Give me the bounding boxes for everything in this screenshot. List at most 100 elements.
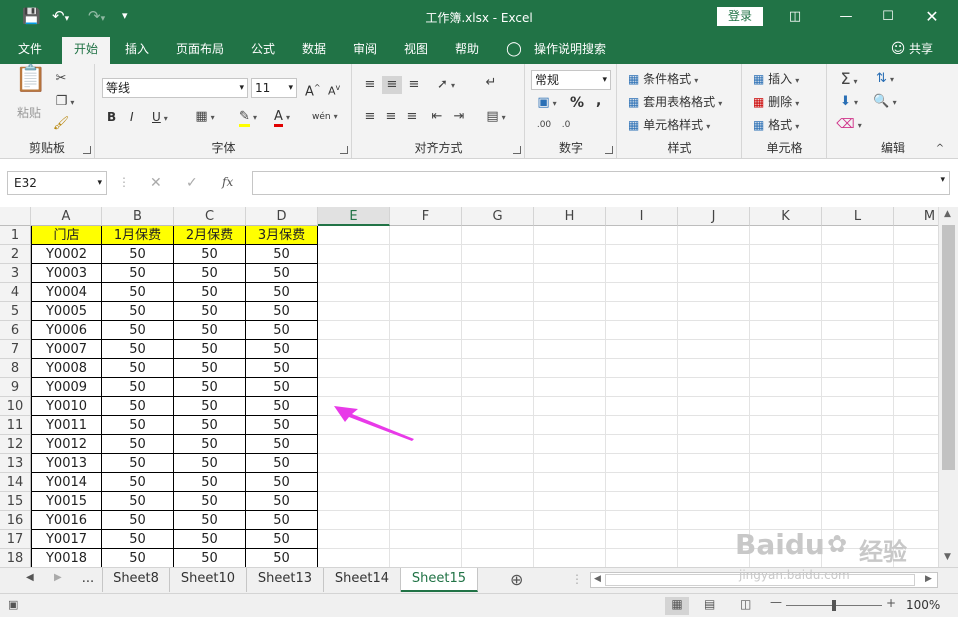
table-cell[interactable]: 50 — [102, 511, 174, 530]
table-cell[interactable]: Y0016 — [31, 511, 102, 530]
table-cell[interactable] — [750, 283, 822, 302]
table-cell[interactable]: 50 — [102, 473, 174, 492]
column-header-d[interactable]: D — [246, 207, 318, 226]
column-header-i[interactable]: I — [606, 207, 678, 226]
table-cell[interactable] — [534, 549, 606, 567]
table-cell[interactable] — [822, 492, 894, 511]
table-header-cell[interactable] — [534, 226, 606, 245]
more-sheets-button[interactable]: ... — [74, 568, 102, 592]
table-cell[interactable] — [750, 530, 822, 549]
row-header[interactable]: 9 — [0, 378, 31, 397]
column-header-g[interactable]: G — [462, 207, 534, 226]
table-cell[interactable]: Y0012 — [31, 435, 102, 454]
column-header-b[interactable]: B — [102, 207, 174, 226]
table-header-cell[interactable]: 1月保费 — [102, 226, 174, 245]
table-cell[interactable]: 50 — [102, 435, 174, 454]
table-cell[interactable] — [894, 549, 938, 567]
scroll-up-icon[interactable]: ▲ — [944, 209, 951, 219]
table-cell[interactable]: 50 — [102, 454, 174, 473]
table-cell[interactable]: 50 — [246, 530, 318, 549]
enter-icon[interactable]: ✓ — [186, 175, 198, 191]
table-cell[interactable]: Y0015 — [31, 492, 102, 511]
accounting-format-icon[interactable]: ▣ ▾ — [533, 94, 561, 113]
align-bottom-icon[interactable]: ≡ — [405, 76, 423, 94]
table-cell[interactable] — [534, 264, 606, 283]
row-header[interactable]: 3 — [0, 264, 31, 283]
table-cell[interactable] — [318, 359, 390, 378]
delete-cells-button[interactable]: ▦ 删除 ▾ — [753, 93, 799, 113]
table-cell[interactable] — [534, 283, 606, 302]
table-cell[interactable] — [462, 549, 534, 567]
ribbon-display-icon[interactable]: ◫ — [785, 7, 805, 27]
table-cell[interactable]: 50 — [174, 473, 246, 492]
table-cell[interactable] — [750, 359, 822, 378]
row-header[interactable]: 12 — [0, 435, 31, 454]
table-cell[interactable] — [678, 473, 750, 492]
table-cell[interactable]: 50 — [174, 435, 246, 454]
table-cell[interactable] — [390, 245, 462, 264]
table-cell[interactable] — [822, 359, 894, 378]
horizontal-scrollbar[interactable]: ◀ ▶ — [590, 572, 938, 588]
table-cell[interactable] — [822, 454, 894, 473]
column-header-k[interactable]: K — [750, 207, 822, 226]
table-cell[interactable]: Y0014 — [31, 473, 102, 492]
row-header[interactable]: 10 — [0, 397, 31, 416]
macro-record-icon[interactable]: ▣ — [8, 598, 18, 611]
table-cell[interactable]: 50 — [246, 264, 318, 283]
table-cell[interactable] — [750, 378, 822, 397]
table-cell[interactable] — [534, 435, 606, 454]
table-cell[interactable] — [462, 492, 534, 511]
percent-button[interactable]: % — [570, 94, 584, 112]
table-cell[interactable] — [462, 378, 534, 397]
zoom-in-icon[interactable]: + — [886, 596, 896, 610]
table-cell[interactable] — [822, 511, 894, 530]
table-cell[interactable] — [606, 435, 678, 454]
table-cell[interactable]: 50 — [246, 397, 318, 416]
table-cell[interactable] — [606, 416, 678, 435]
h-scroll-thumb[interactable] — [605, 574, 915, 586]
table-cell[interactable] — [606, 359, 678, 378]
column-header-a[interactable]: A — [31, 207, 102, 226]
number-launcher[interactable] — [605, 146, 613, 154]
table-header-cell[interactable]: 门店 — [31, 226, 102, 245]
table-cell[interactable]: 50 — [174, 549, 246, 567]
table-cell[interactable] — [750, 511, 822, 530]
table-cell[interactable] — [750, 549, 822, 567]
table-cell[interactable] — [390, 359, 462, 378]
table-header-cell[interactable] — [894, 226, 938, 245]
paste-button[interactable]: 粘贴 — [17, 104, 41, 122]
sheet-tab-active[interactable]: Sheet15 — [401, 568, 478, 592]
comma-button[interactable]: , — [596, 92, 601, 110]
vertical-scrollbar[interactable]: ▲ ▼ — [938, 207, 958, 567]
table-cell[interactable] — [606, 264, 678, 283]
table-cell[interactable] — [750, 473, 822, 492]
bold-button[interactable]: B — [107, 108, 116, 126]
table-cell[interactable]: 50 — [246, 454, 318, 473]
table-cell[interactable] — [318, 511, 390, 530]
table-cell[interactable] — [894, 378, 938, 397]
table-cell[interactable] — [750, 321, 822, 340]
table-cell[interactable] — [678, 264, 750, 283]
table-cell[interactable] — [678, 302, 750, 321]
table-cell[interactable]: 50 — [102, 321, 174, 340]
table-cell[interactable] — [390, 492, 462, 511]
table-cell[interactable] — [894, 245, 938, 264]
borders-icon[interactable]: ▦ ▾ — [191, 108, 219, 127]
table-cell[interactable]: Y0018 — [31, 549, 102, 567]
page-break-view-icon[interactable]: ◫ — [740, 597, 751, 611]
table-cell[interactable]: 50 — [102, 549, 174, 567]
table-cell[interactable]: 50 — [102, 283, 174, 302]
font-launcher[interactable] — [340, 146, 348, 154]
table-cell[interactable] — [894, 473, 938, 492]
table-cell[interactable] — [462, 302, 534, 321]
table-cell[interactable]: 50 — [246, 435, 318, 454]
table-cell[interactable] — [318, 321, 390, 340]
table-header-cell[interactable] — [822, 226, 894, 245]
table-cell[interactable]: 50 — [174, 530, 246, 549]
table-cell[interactable]: Y0017 — [31, 530, 102, 549]
scroll-left-icon[interactable]: ◀ — [594, 574, 601, 584]
table-cell[interactable] — [534, 416, 606, 435]
table-cell[interactable] — [318, 378, 390, 397]
table-cell[interactable] — [534, 359, 606, 378]
insert-function-button[interactable]: fx — [222, 175, 233, 189]
